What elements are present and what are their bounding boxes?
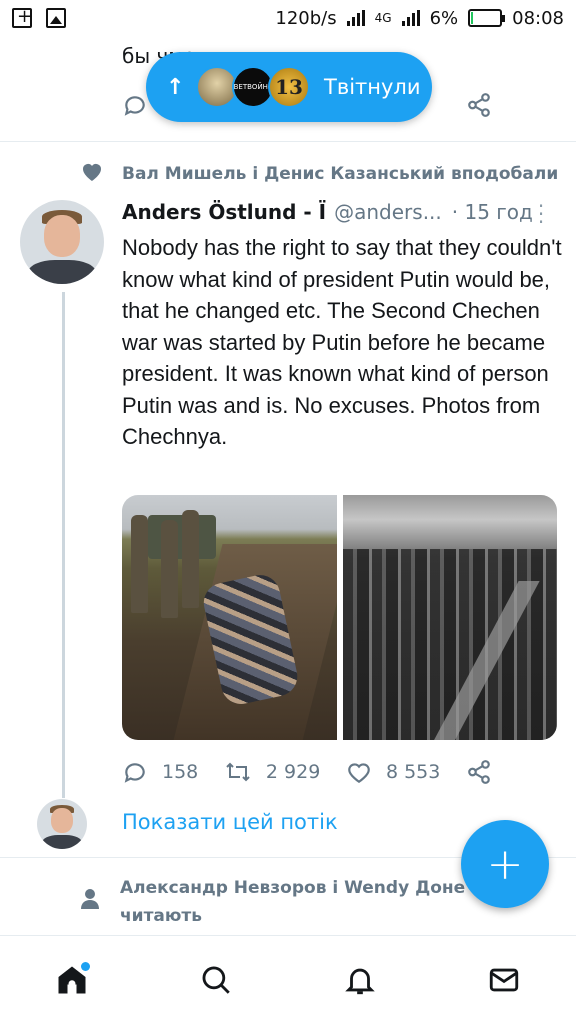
author-handle[interactable]: @anders... [334,200,442,224]
author-name[interactable]: Anders Östlund - Ї [122,200,326,224]
tab-search[interactable] [186,950,246,1010]
battery-icon [468,9,506,27]
heart-icon [348,763,370,784]
network-type: 4G [374,11,392,25]
tab-messages[interactable] [474,950,534,1010]
tweet-photo[interactable] [342,495,557,740]
person-icon [80,874,100,930]
retweet-button[interactable]: 2 929 [224,759,320,785]
tweet-time[interactable]: · 15 год [452,200,533,224]
like-button[interactable]: 8 553 [346,760,440,784]
retweet-icon [226,762,250,782]
share-button[interactable] [466,759,492,785]
avatar: 13 [268,66,310,108]
battery-percent: 6% [429,7,459,29]
reply-count: 158 [162,761,199,783]
social-context-text: Вал Мишель і Денис Казанський вподобали [122,163,559,184]
image-notification-icon [46,8,66,28]
mail-icon [489,968,519,992]
heart-icon [80,160,104,187]
signal-icon-2 [401,10,420,26]
pill-avatars: ВЕТВОЙНЕ 13 [196,66,310,108]
retweet-count: 2 929 [265,761,321,783]
follow-context-line1: Александр Невзоров і Wendy Доне [120,878,466,898]
tweet-actions: 158 2 929 8 553 [122,757,492,787]
add-notification-icon [12,6,32,28]
follow-context-line2: читають [120,906,203,926]
tab-home[interactable] [42,950,102,1010]
tweet-photo[interactable] [122,495,337,740]
follow-context[interactable]: Александр Невзоров і Wendy Доне читають [80,874,480,930]
show-thread-link[interactable]: Показати цей потік [122,810,338,834]
tweet-header: Anders Östlund - Ї @anders... · 15 год [122,200,562,224]
search-icon [202,966,230,994]
signal-icon [346,10,365,26]
tweet-media[interactable] [122,495,557,740]
tweet-text: Nobody has the right to say that they co… [122,235,562,449]
like-count: 8 553 [385,761,441,783]
bottom-tab-bar [0,935,576,1024]
new-tweets-pill[interactable]: ↑ ВЕТВОЙНЕ 13 Твітнули [146,52,432,122]
reply-button[interactable]: 158 [122,759,198,785]
share-icon[interactable] [466,92,492,122]
pill-label: Твітнули [324,75,421,99]
social-context[interactable]: Вал Мишель і Денис Казанський вподобали [80,160,558,187]
divider [0,141,576,142]
avatar-small[interactable] [37,799,87,849]
avatar-text: ВЕТВОЙНЕ [233,83,273,91]
share-icon [468,760,490,784]
arrow-up-icon: ↑ [166,74,185,100]
more-options-icon[interactable]: · · · [536,196,546,232]
status-bar: 120b/s 4G 6% 08:08 [0,0,576,36]
notification-dot [81,962,90,971]
clock: 08:08 [512,7,564,29]
thread-line [62,292,65,798]
network-speed: 120b/s [275,7,337,29]
reply-icon[interactable] [122,92,148,122]
reply-icon [124,763,145,783]
avatar[interactable] [20,200,104,284]
avatar-text: 13 [275,75,303,99]
bell-icon [345,968,375,995]
compose-tweet-button[interactable]: + [461,820,549,908]
tab-notifications[interactable] [330,950,390,1010]
